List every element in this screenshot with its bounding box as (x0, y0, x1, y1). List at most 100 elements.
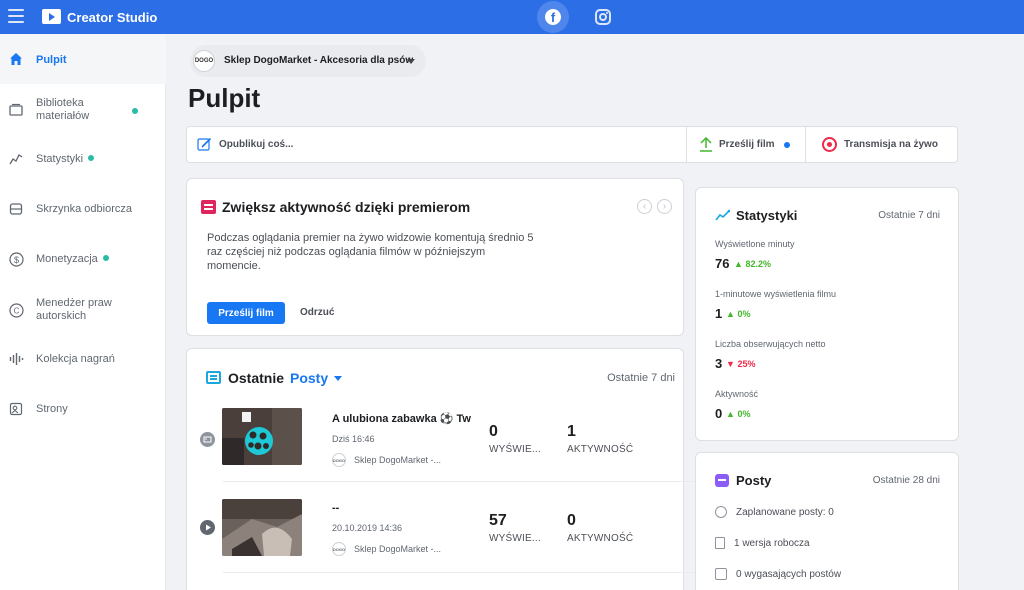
sidebar-item-skrzynka[interactable]: Skrzynka odbiorcza (0, 192, 166, 226)
svg-text:$: $ (13, 255, 18, 265)
upload-video-button[interactable]: Prześlij film (687, 127, 805, 162)
views-label: WYŚWIE... (489, 444, 541, 455)
post-title[interactable]: A ulubiona zabawka ⚽ Tw (332, 412, 476, 425)
scheduled-posts-link[interactable]: Zaplanowane posty: 0 (715, 506, 834, 518)
prev-arrow-icon[interactable]: ‹ (637, 199, 652, 214)
post-page-name: Sklep DogoMarket -... (354, 455, 442, 465)
arrow-down-icon: ▼ (726, 359, 735, 369)
card-title: Statystyki (736, 208, 798, 223)
facebook-tab[interactable]: f (537, 1, 569, 33)
divider (223, 481, 703, 482)
sidebar-item-label: Monetyzacja (36, 253, 98, 265)
page-title: Pulpit (188, 83, 261, 113)
live-label: Transmisja na żywo (844, 139, 938, 150)
stat-change: 0% (737, 309, 751, 319)
period-label: Ostatnie 28 dni (872, 475, 940, 486)
views-value: 57 (489, 512, 507, 529)
upload-video-button[interactable]: Prześlij film (207, 302, 285, 324)
posts-icon (715, 474, 729, 487)
sidebar-item-strony[interactable]: Strony (0, 392, 166, 426)
expiring-posts-label: 0 wygasających postów (736, 568, 842, 580)
stat-change: 25% (737, 359, 756, 369)
audio-icon (8, 351, 24, 367)
posts-summary-card: Posty Ostatnie 28 dni Zaplanowane posty:… (695, 452, 959, 590)
premiere-icon (201, 200, 216, 214)
notification-dot (88, 155, 94, 161)
dismiss-button[interactable]: Odrzuć (300, 307, 334, 318)
premiere-tip-card: Zwiększ aktywność dzięki premierom ‹ › P… (186, 178, 684, 336)
arrow-up-icon: ▲ (726, 409, 735, 419)
sidebar-item-biblioteka[interactable]: Biblioteka materiałów (0, 89, 166, 133)
facebook-icon: f (545, 9, 561, 25)
drafts-link[interactable]: 1 wersja robocza (715, 537, 810, 549)
stat-label: Aktywność (715, 389, 759, 399)
sidebar-item-pulpit[interactable]: Pulpit (0, 34, 166, 84)
live-icon (822, 137, 837, 152)
post-title[interactable]: -- (332, 502, 476, 514)
post-row[interactable]: -- 20.10.2019 14:36 DOGO Sklep DogoMarke… (187, 493, 703, 573)
drafts-label: 1 wersja robocza (734, 537, 810, 549)
post-page-name: Sklep DogoMarket -... (354, 544, 442, 554)
stat-label: 1-minutowe wyświetlenia filmu (715, 289, 837, 299)
engagement-label: AKTYWNOŚĆ (567, 533, 634, 544)
stat-label: Wyświetlone minuty (715, 239, 795, 249)
app-title: Creator Studio (67, 10, 158, 25)
stat-value: 0 (715, 406, 723, 421)
compose-label: Opublikuj coś... (219, 139, 294, 150)
upload-icon (699, 136, 713, 152)
post-page: DOGO Sklep DogoMarket -... (332, 453, 441, 467)
page-selector[interactable]: DOGO Sklep DogoMarket - Akcesoria dla ps… (190, 45, 426, 77)
copyright-icon: C (8, 302, 24, 318)
stat-value: 76 (715, 256, 730, 271)
expiring-posts-link[interactable]: 0 wygasających postów (715, 568, 841, 580)
sidebar-item-label: Kolekcja nagrań (36, 353, 115, 365)
post-thumbnail[interactable] (222, 499, 302, 556)
instagram-icon[interactable] (595, 9, 611, 25)
chevron-down-icon[interactable] (334, 376, 342, 381)
sidebar-item-label: Statystyki (36, 153, 84, 165)
sidebar-item-monetyzacja[interactable]: $ Monetyzacja (0, 242, 166, 276)
page-avatar: DOGO (332, 453, 346, 467)
card-body: Podczas oglądania premier na żywo widzow… (207, 232, 534, 272)
post-thumbnail[interactable] (222, 408, 302, 465)
stat-value: 1 (715, 306, 723, 321)
sidebar-item-label: Menedżer praw autorskich (36, 297, 112, 322)
stat-change-up: ▲ 0% (726, 309, 750, 319)
sidebar-item-label: Biblioteka materiałów (36, 97, 90, 122)
sidebar: Pulpit Biblioteka materiałów Statystyki … (0, 34, 166, 590)
scheduled-posts-label: Zaplanowane posty: 0 (736, 506, 834, 518)
inbox-icon (8, 201, 24, 217)
upload-label: Prześlij film (719, 139, 775, 150)
period-label: Ostatnie 7 dni (607, 372, 675, 384)
chevron-down-icon (407, 59, 415, 64)
sidebar-item-label: Strony (36, 403, 68, 415)
content-type-dropdown[interactable]: Posty (290, 370, 328, 386)
play-icon (200, 520, 215, 535)
page-name: Sklep DogoMarket - Akcesoria dla psów (224, 55, 414, 66)
notification-dot (784, 142, 790, 148)
stat-change-up: ▲ 82.2% (734, 259, 771, 269)
stats-card: Statystyki Ostatnie 7 dni Wyświetlone mi… (695, 187, 959, 441)
svg-text:C: C (13, 306, 19, 315)
sidebar-item-kolekcja-nagran[interactable]: Kolekcja nagrań (0, 342, 166, 376)
post-row[interactable]: A ulubiona zabawka ⚽ Tw Dziś 16:46 DOGO … (187, 402, 703, 482)
menu-icon[interactable] (8, 9, 24, 23)
engagement-label: AKTYWNOŚĆ (567, 444, 634, 455)
stat-change: 0% (737, 409, 751, 419)
next-arrow-icon[interactable]: › (657, 199, 672, 214)
sidebar-item-menedzer-praw[interactable]: C Menedżer praw autorskich (0, 288, 166, 332)
library-icon (8, 102, 24, 118)
card-title: Ostatnie (228, 370, 285, 386)
stat-change-up: ▲ 0% (726, 409, 750, 419)
compose-post-button[interactable]: Opublikuj coś... (187, 127, 687, 162)
dollar-icon: $ (8, 251, 24, 267)
live-stream-button[interactable]: Transmisja na żywo (806, 127, 958, 162)
draft-icon (715, 537, 725, 549)
photo-icon (200, 432, 215, 447)
arrow-up-icon: ▲ (726, 309, 735, 319)
sidebar-item-statystyki[interactable]: Statystyki (0, 142, 166, 176)
engagement-value: 1 (567, 423, 576, 440)
chart-icon (8, 151, 24, 167)
post-date: 20.10.2019 14:36 (332, 523, 403, 533)
stat-change: 82.2% (745, 259, 771, 269)
